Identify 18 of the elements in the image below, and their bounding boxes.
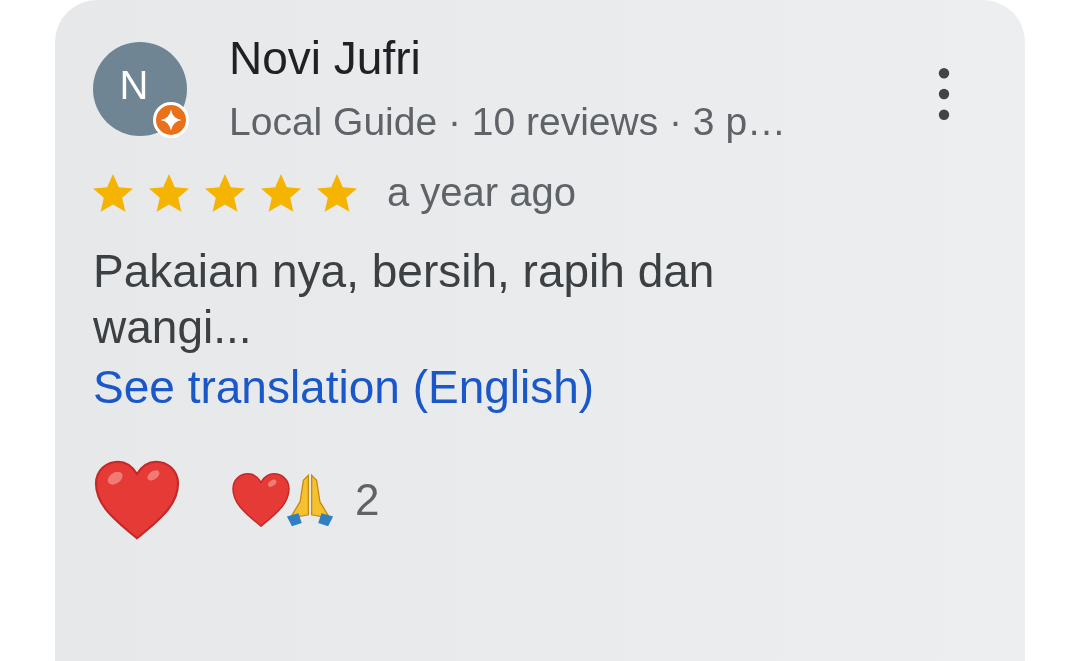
star-icon bbox=[317, 173, 357, 212]
more-options-icon[interactable] bbox=[937, 68, 951, 120]
praying-hands-icon bbox=[285, 472, 335, 528]
see-translation-link[interactable]: See translation (English) bbox=[93, 359, 595, 415]
author-name[interactable]: Novi Jufri bbox=[229, 30, 937, 86]
reactions-summary[interactable]: 2 bbox=[231, 472, 380, 528]
review-time: a year ago bbox=[387, 170, 577, 215]
reviewer-info: Local Guide · 10 reviews · 3 p… bbox=[229, 99, 788, 145]
avatar[interactable]: N bbox=[93, 42, 187, 136]
review-text: Pakaian nya, bersih, rapih dan wangi... bbox=[93, 244, 716, 355]
avatar-initial: N bbox=[119, 62, 149, 108]
star-icon bbox=[205, 173, 245, 212]
heart-icon[interactable] bbox=[93, 459, 181, 541]
heart-icon bbox=[231, 472, 291, 528]
reaction-count: 2 bbox=[355, 475, 380, 525]
star-icon bbox=[93, 173, 133, 212]
star-icon bbox=[261, 173, 301, 212]
star-icon bbox=[149, 173, 189, 212]
